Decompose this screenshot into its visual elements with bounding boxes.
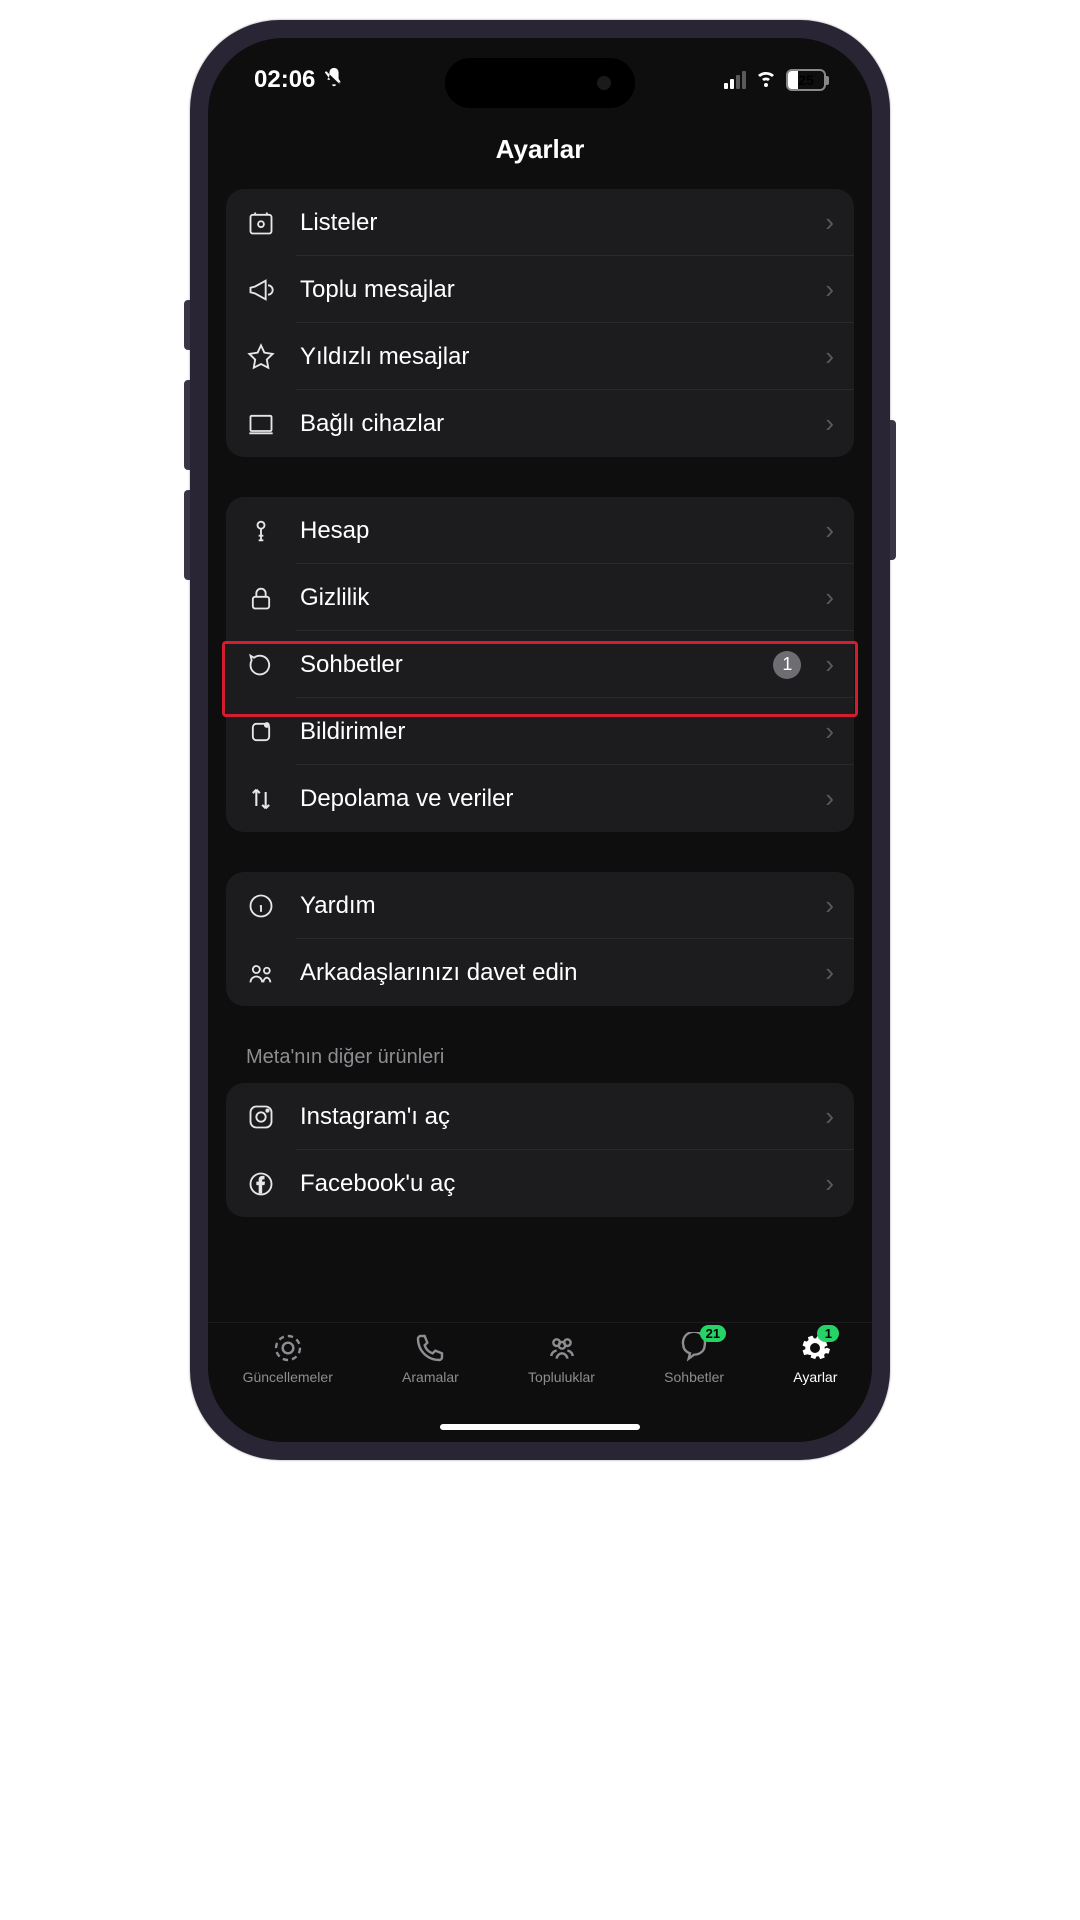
lists-icon (246, 208, 276, 238)
row-instagram[interactable]: Instagram'ı aç › (226, 1083, 854, 1150)
screen: 02:06 25 Ayarlar (208, 38, 872, 1442)
row-invite[interactable]: Arkadaşlarınızı davet edin › (226, 939, 854, 1006)
tab-settings[interactable]: 1 Ayarlar (793, 1331, 837, 1385)
tab-calls[interactable]: Aramalar (402, 1331, 459, 1385)
cellular-signal-icon (724, 71, 746, 89)
chevron-right-icon: › (825, 582, 834, 613)
settings-section-4: Instagram'ı aç › Facebook'u aç › (226, 1083, 854, 1217)
row-label: Bağlı cihazlar (300, 410, 801, 438)
tab-updates[interactable]: Güncellemeler (243, 1331, 333, 1385)
tab-label: Sohbetler (664, 1369, 724, 1385)
row-label: Yıldızlı mesajlar (300, 343, 801, 371)
star-icon (246, 342, 276, 372)
page-title: Ayarlar (208, 122, 872, 189)
info-icon (246, 891, 276, 921)
settings-section-1: Listeler › Toplu mesajlar › Yıldızlı mes… (226, 189, 854, 457)
tab-label: Ayarlar (793, 1369, 837, 1385)
row-broadcast[interactable]: Toplu mesajlar › (226, 256, 854, 323)
row-label: Gizlilik (300, 584, 801, 612)
facebook-icon (246, 1169, 276, 1199)
row-privacy[interactable]: Gizlilik › (226, 564, 854, 631)
row-label: Toplu mesajlar (300, 276, 801, 304)
communities-icon (545, 1331, 579, 1365)
phone-frame: 02:06 25 Ayarlar (190, 20, 890, 1460)
chevron-right-icon: › (825, 957, 834, 988)
row-label: Instagram'ı aç (300, 1103, 801, 1131)
chevron-right-icon: › (825, 274, 834, 305)
settings-content[interactable]: Listeler › Toplu mesajlar › Yıldızlı mes… (208, 189, 872, 1322)
phone-icon (413, 1331, 447, 1365)
chevron-right-icon: › (825, 408, 834, 439)
row-account[interactable]: Hesap › (226, 497, 854, 564)
updates-icon (271, 1331, 305, 1365)
settings-section-3: Yardım › Arkadaşlarınızı davet edin › (226, 872, 854, 1006)
home-indicator[interactable] (440, 1424, 640, 1430)
row-label: Bildirimler (300, 718, 801, 746)
chevron-right-icon: › (825, 649, 834, 680)
instagram-icon (246, 1102, 276, 1132)
row-label: Listeler (300, 209, 801, 237)
status-time: 02:06 (254, 66, 315, 94)
row-label: Facebook'u aç (300, 1170, 801, 1198)
notification-icon (246, 717, 276, 747)
megaphone-icon (246, 275, 276, 305)
dynamic-island (445, 58, 635, 108)
row-label: Arkadaşlarınızı davet edin (300, 959, 801, 987)
section-label-meta: Meta'nın diğer ürünleri (226, 1046, 854, 1083)
row-chats[interactable]: Sohbetler 1 › (226, 631, 854, 698)
chat-bubble-icon (246, 650, 276, 680)
chevron-right-icon: › (825, 515, 834, 546)
tab-communities[interactable]: Topluluklar (528, 1331, 595, 1385)
tab-badge: 21 (700, 1325, 726, 1342)
transfer-icon (246, 784, 276, 814)
laptop-icon (246, 409, 276, 439)
row-starred[interactable]: Yıldızlı mesajlar › (226, 323, 854, 390)
lock-icon (246, 583, 276, 613)
chevron-right-icon: › (825, 341, 834, 372)
chevron-right-icon: › (825, 1101, 834, 1132)
battery-indicator: 25 (786, 69, 826, 91)
chevron-right-icon: › (825, 1168, 834, 1199)
row-help[interactable]: Yardım › (226, 872, 854, 939)
chevron-right-icon: › (825, 783, 834, 814)
tab-label: Topluluklar (528, 1369, 595, 1385)
row-linked-devices[interactable]: Bağlı cihazlar › (226, 390, 854, 457)
chevron-right-icon: › (825, 890, 834, 921)
tab-label: Aramalar (402, 1369, 459, 1385)
tab-label: Güncellemeler (243, 1369, 333, 1385)
wifi-icon (754, 65, 778, 96)
row-notifications[interactable]: Bildirimler › (226, 698, 854, 765)
row-facebook[interactable]: Facebook'u aç › (226, 1150, 854, 1217)
people-icon (246, 958, 276, 988)
row-storage[interactable]: Depolama ve veriler › (226, 765, 854, 832)
key-icon (246, 516, 276, 546)
tab-chats[interactable]: 21 Sohbetler (664, 1331, 724, 1385)
row-label: Yardım (300, 892, 801, 920)
row-label: Hesap (300, 517, 801, 545)
chevron-right-icon: › (825, 207, 834, 238)
row-label: Sohbetler (300, 651, 749, 679)
settings-section-2: Hesap › Gizlilik › Sohbetl (226, 497, 854, 832)
row-lists[interactable]: Listeler › (226, 189, 854, 256)
row-label: Depolama ve veriler (300, 785, 801, 813)
notification-badge: 1 (773, 651, 801, 679)
tab-badge: 1 (817, 1325, 839, 1342)
mute-icon (323, 66, 345, 95)
chevron-right-icon: › (825, 716, 834, 747)
